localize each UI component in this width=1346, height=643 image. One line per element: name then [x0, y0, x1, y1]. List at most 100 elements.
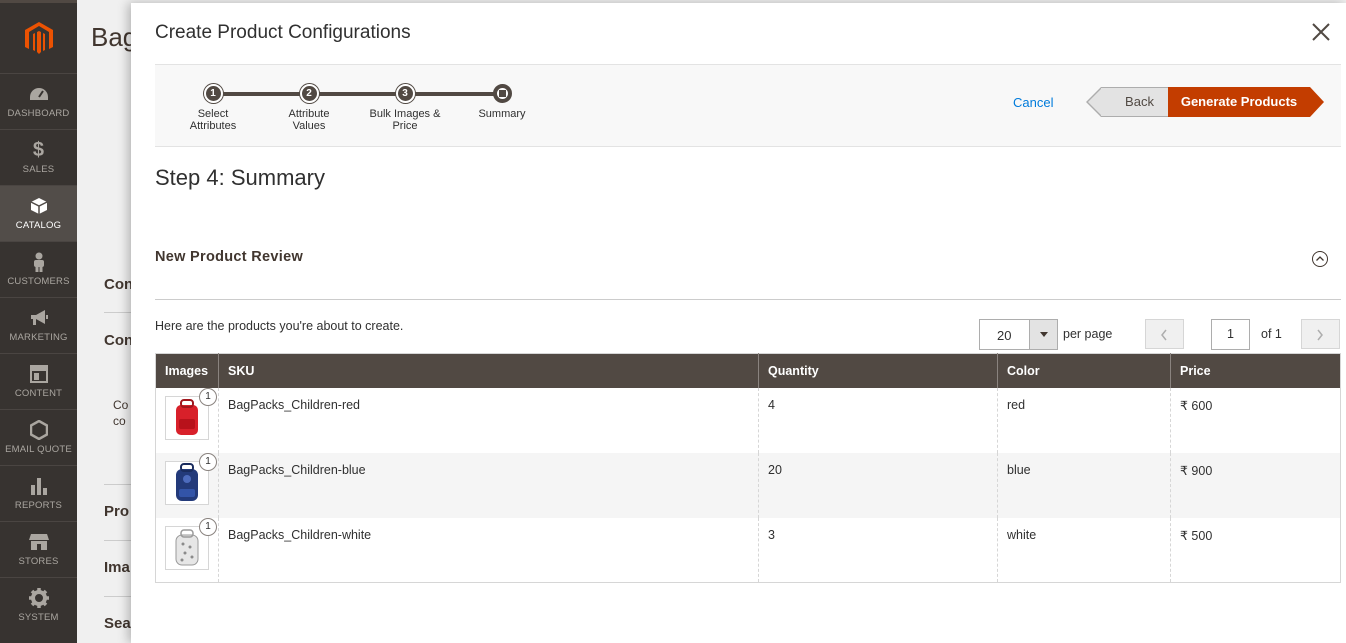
column-header-images: Images — [155, 353, 219, 388]
background-text: co — [113, 414, 126, 428]
color-cell: blue — [997, 452, 1171, 518]
step-label: Bulk Images & — [369, 108, 441, 120]
hexagon-icon — [29, 420, 49, 440]
sidebar-item-customers[interactable]: CUSTOMERS — [0, 241, 77, 297]
column-header-color: Color — [997, 353, 1171, 388]
background-section-label: Ima — [104, 559, 130, 576]
products-grid: Images SKU Quantity Color Price 1 BagPac… — [155, 353, 1341, 583]
sidebar-item-reports[interactable]: REPORTS — [0, 465, 77, 521]
sidebar-item-system[interactable]: SYSTEM — [0, 577, 77, 633]
sidebar-item-label: CATALOG — [15, 220, 62, 231]
price-cell: ₹ 500 — [1170, 517, 1341, 583]
step-number: 2 — [299, 84, 319, 103]
chevron-down-icon[interactable] — [1029, 320, 1057, 349]
image-count-badge: 1 — [199, 517, 217, 536]
section-title[interactable]: New Product Review — [155, 249, 303, 265]
sidebar-item-label: CONTENT — [14, 388, 63, 399]
column-header-price: Price — [1170, 353, 1341, 388]
wizard-step-summary[interactable]: Summary — [454, 84, 550, 120]
sidebar-item-email-quote[interactable]: EMAIL QUOTE — [0, 409, 77, 465]
store-icon — [28, 532, 49, 552]
wizard-step-attribute-values[interactable]: 2 Attribute Values — [261, 84, 357, 132]
image-count-badge: 1 — [199, 452, 217, 471]
per-page-select[interactable]: 20 — [979, 319, 1058, 350]
background-section-label: Con — [104, 276, 134, 293]
step-label: Summary — [478, 108, 526, 120]
dollar-icon: $ — [32, 138, 45, 161]
previous-page-button[interactable] — [1145, 319, 1184, 349]
sidebar-item-label: EMAIL QUOTE — [5, 444, 72, 455]
sidebar-item-label: CUSTOMERS — [7, 276, 70, 287]
divider — [155, 299, 1341, 300]
column-header-quantity: Quantity — [758, 353, 998, 388]
next-page-button[interactable] — [1301, 319, 1340, 349]
step-label: Price — [392, 120, 418, 132]
price-cell: ₹ 900 — [1170, 452, 1341, 518]
sidebar-item-catalog[interactable]: CATALOG — [0, 185, 77, 241]
sidebar-item-dashboard[interactable]: DASHBOARD — [0, 73, 77, 129]
step-label: Attribute — [288, 108, 330, 120]
current-step-marker — [492, 84, 512, 103]
background-section-label: Con — [104, 332, 134, 349]
step-label: Select — [197, 108, 229, 120]
gear-icon — [28, 588, 49, 608]
bar-chart-icon — [29, 476, 49, 496]
magento-logo[interactable] — [0, 3, 77, 73]
sidebar-item-label: STORES — [18, 556, 59, 567]
background-text: Co — [113, 398, 129, 412]
background-section-label: Sea — [104, 615, 131, 632]
wizard-steps-bar: 1 Select Attributes 2 Attribute Values 3 B… — [155, 64, 1341, 147]
backpack-icon — [176, 462, 198, 501]
close-icon[interactable] — [1310, 21, 1332, 43]
sku-cell: BagPacks_Children-blue — [218, 452, 759, 518]
quantity-cell: 20 — [758, 452, 998, 518]
step-number: 1 — [203, 84, 223, 103]
color-cell: red — [997, 387, 1171, 453]
sidebar-item-label: SALES — [22, 164, 55, 175]
sidebar-item-label: MARKETING — [9, 332, 68, 343]
create-configurations-modal: Create Product Configurations 1 Select At… — [131, 3, 1346, 643]
sidebar-item-marketing[interactable]: MARKETING — [0, 297, 77, 353]
quantity-cell: 4 — [758, 387, 998, 453]
modal-title: Create Product Configurations — [155, 22, 411, 43]
layout-icon — [29, 364, 49, 384]
step-title: Step 4: Summary — [155, 165, 325, 190]
product-thumbnail[interactable]: 1 — [165, 517, 217, 570]
wizard-step-bulk-images-price[interactable]: 3 Bulk Images & Price — [357, 84, 453, 132]
backpack-icon — [176, 398, 198, 435]
quantity-cell: 3 — [758, 517, 998, 583]
step-label: Values — [292, 120, 326, 132]
sku-cell: BagPacks_Children-red — [218, 387, 759, 453]
step-number: 3 — [395, 84, 415, 103]
table-row: 1 BagPacks_Children-red 4 red ₹ 600 — [156, 387, 1341, 453]
color-cell: white — [997, 517, 1171, 583]
sidebar-item-sales[interactable]: $ SALES — [0, 129, 77, 185]
wizard-step-select-attributes[interactable]: 1 Select Attributes — [165, 84, 261, 132]
collapse-chevron-icon[interactable] — [1311, 250, 1329, 268]
sku-cell: BagPacks_Children-white — [218, 517, 759, 583]
per-page-value: 20 — [997, 328, 1012, 343]
table-row: 1 BagPacks_Children-white 3 white ₹ 500 — [155, 517, 1341, 583]
person-icon — [29, 252, 49, 272]
page-number-input[interactable]: 1 — [1211, 319, 1250, 350]
sidebar-item-stores[interactable]: STORES — [0, 521, 77, 577]
table-row: 1 BagPacks_Children-blue 20 blue ₹ 900 — [155, 452, 1341, 518]
price-cell: ₹ 600 — [1170, 387, 1341, 453]
box-icon — [29, 196, 49, 216]
chevron-left-icon — [1161, 329, 1167, 341]
background-section-label: Pro — [104, 503, 130, 520]
sidebar-item-content[interactable]: CONTENT — [0, 353, 77, 409]
image-count-badge: 1 — [199, 387, 217, 406]
total-pages-label: of 1 — [1261, 327, 1282, 341]
step-label: Attributes — [189, 120, 237, 132]
admin-sidebar: DASHBOARD $ SALES CATALOG CUSTOMERS MARK… — [0, 0, 77, 643]
generate-products-button[interactable]: Generate Products — [1168, 87, 1324, 117]
product-thumbnail[interactable]: 1 — [165, 452, 217, 505]
product-thumbnail[interactable]: 1 — [165, 387, 217, 440]
dashboard-icon — [29, 84, 49, 104]
megaphone-icon — [29, 308, 49, 328]
sidebar-item-label: DASHBOARD — [7, 108, 70, 119]
cancel-link[interactable]: Cancel — [1013, 95, 1053, 110]
column-header-sku: SKU — [218, 353, 759, 388]
backpack-icon — [175, 528, 199, 565]
